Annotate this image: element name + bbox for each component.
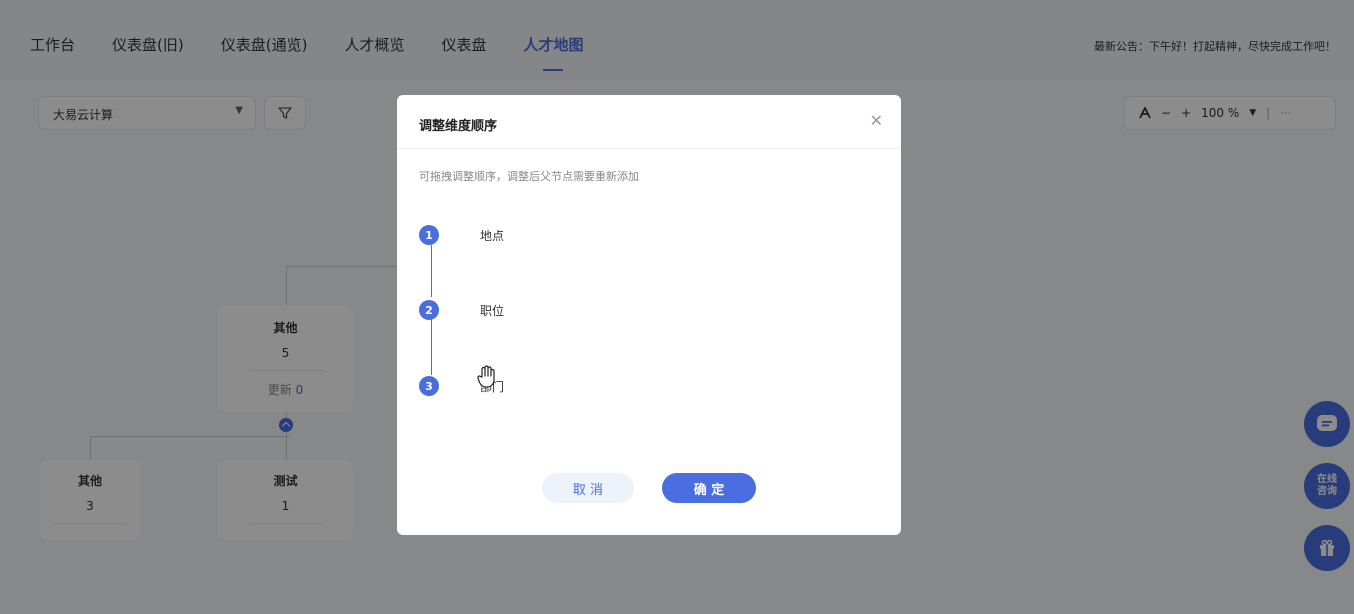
drag-hand-cursor-icon xyxy=(477,365,495,388)
confirm-button[interactable]: 确 定 xyxy=(662,473,756,503)
reorder-dimensions-dialog: 调整维度顺序 ✕ 可拖拽调整顺序，调整后父节点需要重新添加 1 地点 2 职位 … xyxy=(397,95,901,535)
dialog-title: 调整维度顺序 xyxy=(419,119,498,134)
dimension-label: 职位 xyxy=(480,303,505,318)
dialog-header: 调整维度顺序 ✕ xyxy=(397,95,901,149)
step-number: 1 xyxy=(419,225,439,245)
step-number: 3 xyxy=(419,376,439,396)
dimension-item[interactable]: 1 地点 xyxy=(419,225,504,245)
cancel-button[interactable]: 取 消 xyxy=(542,473,634,503)
step-connector xyxy=(431,245,432,297)
dimension-label: 地点 xyxy=(480,228,505,243)
step-connector xyxy=(431,319,432,375)
dialog-hint: 可拖拽调整顺序，调整后父节点需要重新添加 xyxy=(419,170,639,183)
step-number: 2 xyxy=(419,300,439,320)
close-icon[interactable]: ✕ xyxy=(870,111,883,131)
dimension-item[interactable]: 2 职位 xyxy=(419,300,504,320)
